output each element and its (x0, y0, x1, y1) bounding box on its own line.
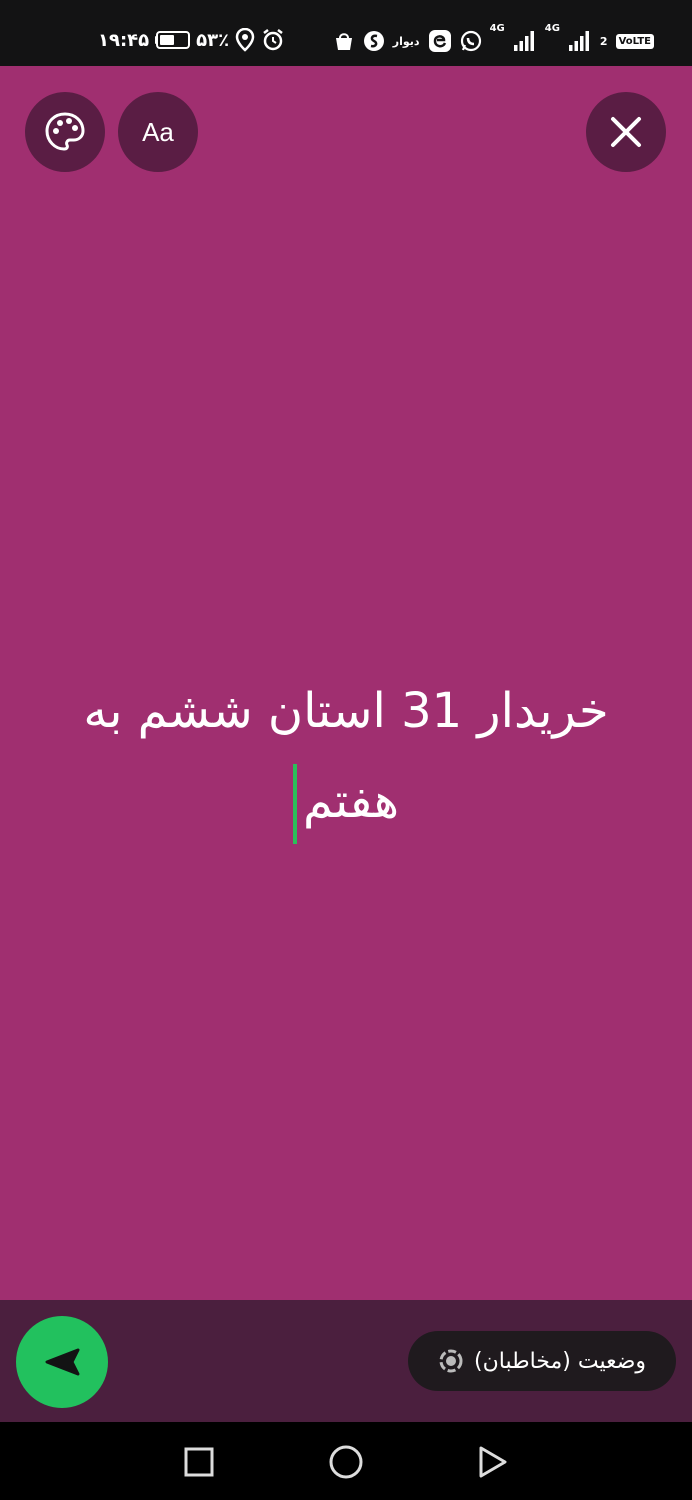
signal-icon-2 (568, 30, 592, 52)
close-icon (609, 115, 643, 149)
location-icon (235, 28, 255, 52)
story-text-line-2: هفتم (302, 773, 400, 829)
whatsapp-icon (460, 30, 482, 52)
status-bar-left: ۱۹:۴۵ ۵۳٪ (98, 22, 285, 58)
status-audience-chip[interactable]: وضعیت (مخاطبان) (408, 1331, 676, 1391)
divar-label: دیوار (392, 34, 420, 48)
back-button[interactable] (472, 1442, 512, 1482)
text-caret (292, 764, 297, 844)
status-bar: ۱۹:۴۵ ۵۳٪ دیوار 4G 4G 2 VoLTE (0, 0, 692, 66)
triangle-back-icon (475, 1445, 509, 1479)
status-bar-right: دیوار 4G 4G 2 VoLTE (333, 24, 654, 58)
shopping-bag-icon (333, 30, 355, 52)
send-arrow-icon (42, 1347, 82, 1377)
color-palette-button[interactable] (25, 92, 105, 172)
home-button[interactable] (326, 1442, 366, 1482)
circle-icon (328, 1444, 364, 1480)
clock: ۱۹:۴۵ (98, 29, 150, 51)
story-text-line-1: خریدار 31 استان ششم به (83, 683, 609, 739)
signal-icon-1 (513, 30, 537, 52)
battery-body (156, 31, 191, 49)
send-button[interactable] (16, 1316, 108, 1408)
app-e-icon (428, 29, 452, 53)
screen: ۱۹:۴۵ ۵۳٪ دیوار 4G 4G 2 VoLTE Aa خریدار … (0, 0, 692, 1500)
story-text-input[interactable]: خریدار 31 استان ششم به هفتم (30, 666, 662, 846)
navigation-bar (0, 1422, 692, 1500)
battery-fill (160, 35, 175, 45)
app-s-icon (363, 30, 385, 52)
font-button-label: Aa (142, 116, 174, 147)
font-style-button[interactable]: Aa (118, 92, 198, 172)
square-icon (183, 1446, 215, 1478)
battery-icon (155, 31, 191, 49)
volte-badge: VoLTE (615, 33, 654, 49)
battery-percent: ۵۳٪ (196, 29, 230, 51)
network-type-1: 4G (489, 23, 505, 34)
palette-icon (44, 111, 86, 153)
story-text-line-2-wrap: هفتم (30, 756, 662, 846)
network-type-2: 4G (544, 23, 560, 34)
story-canvas[interactable]: Aa خریدار 31 استان ششم به هفتم (0, 66, 692, 1300)
recent-apps-button[interactable] (179, 1442, 219, 1482)
sim-number: 2 (599, 34, 608, 48)
status-ring-icon (438, 1348, 464, 1374)
status-audience-label: وضعیت (مخاطبان) (474, 1348, 647, 1374)
bottom-bar: وضعیت (مخاطبان) (0, 1300, 692, 1422)
alarm-icon (261, 28, 285, 52)
close-button[interactable] (586, 92, 666, 172)
